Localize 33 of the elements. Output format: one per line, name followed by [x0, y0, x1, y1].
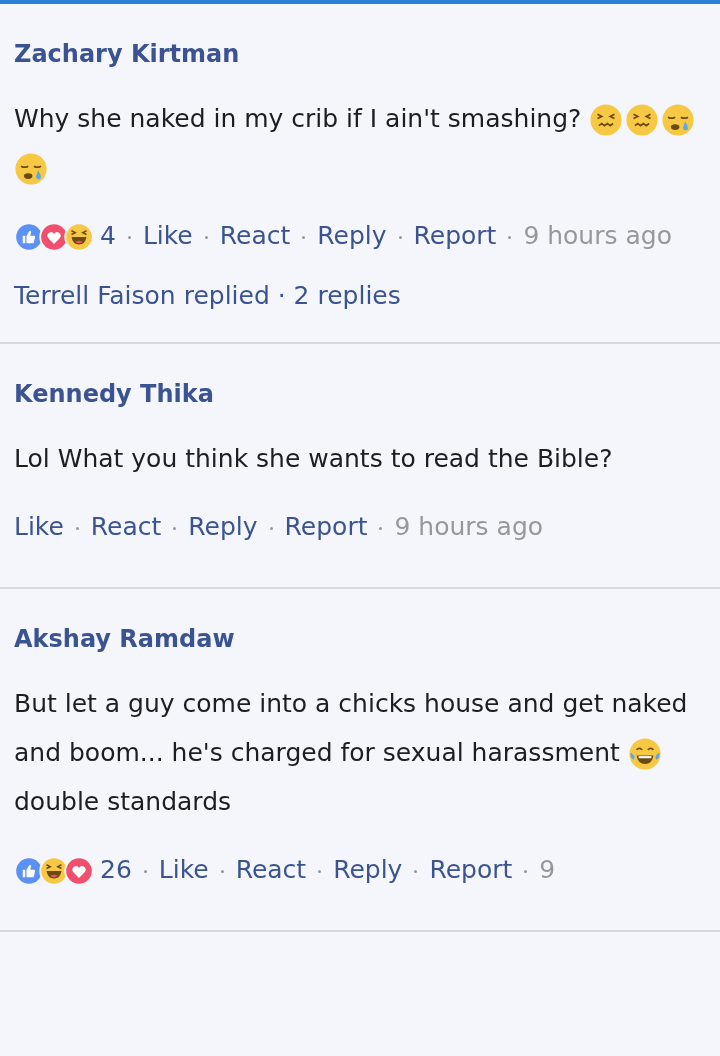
comment-text: Why she naked in my crib if I ain't smashing? — [14, 94, 706, 192]
action-link[interactable]: Like — [14, 512, 64, 541]
action-link[interactable]: Report — [429, 855, 513, 884]
action-link[interactable]: React — [235, 855, 307, 884]
grimacing-face-icon — [625, 103, 660, 137]
action-link[interactable]: Reply — [333, 855, 403, 884]
action-link[interactable]: React — [219, 221, 291, 250]
reaction-count[interactable]: 4 — [100, 221, 116, 250]
grimacing-face-icon — [589, 103, 624, 137]
crying-face-icon — [661, 103, 696, 137]
comment-time: 9 hours ago — [394, 512, 544, 541]
action-link[interactable]: Report — [284, 512, 368, 541]
action-link[interactable]: Reply — [188, 512, 258, 541]
comment-time: 9 hours ago — [523, 221, 672, 250]
comment-time: 9 — [539, 855, 556, 884]
action-link[interactable]: Reply — [317, 221, 387, 250]
thumbs-up-icon — [14, 222, 44, 252]
replies-link[interactable]: Terrell Faison replied · 2 replies — [14, 281, 401, 310]
action-link[interactable]: Like — [158, 855, 209, 884]
laughing-face-icon — [627, 737, 662, 771]
action-link[interactable]: Report — [413, 221, 497, 250]
reaction-count[interactable]: 26 — [100, 855, 132, 884]
crying-face-icon — [14, 152, 48, 186]
comment-author[interactable]: Zachary Kirtman — [14, 36, 706, 72]
comment-author[interactable]: Akshay Ramdaw — [14, 621, 706, 657]
action-link[interactable]: React — [90, 512, 162, 541]
comment-text: Lol What you think she wants to read the Bible? — [14, 443, 614, 475]
laughing-face-icon — [64, 222, 94, 252]
thumbs-up-icon — [14, 856, 44, 886]
comment-author[interactable]: Kennedy Thika — [14, 376, 706, 412]
action-link[interactable]: Like — [142, 221, 193, 250]
laughing-face-icon — [39, 856, 69, 886]
comment-text: But let a guy come into a chicks house and get naked and boom... he's charged for sexual harassment double standards — [14, 688, 689, 818]
